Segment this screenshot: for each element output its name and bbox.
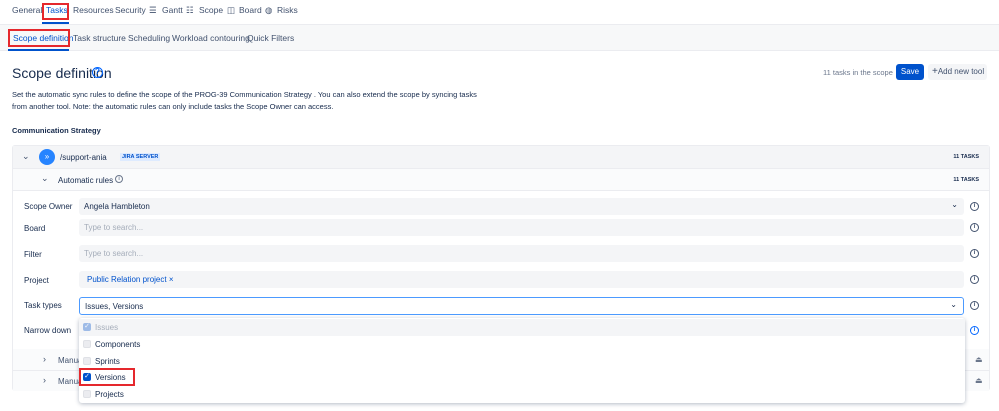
automatic-rules-label: Automatic rules	[58, 176, 114, 185]
board-label: Board	[24, 224, 46, 233]
info-icon[interactable]: i	[970, 326, 979, 335]
scope-owner-label: Scope Owner	[24, 202, 73, 211]
remove-tag-icon[interactable]: ×	[169, 275, 174, 284]
scope-owner-select[interactable]: Angela Hambleton ⌄	[79, 198, 964, 215]
source-header[interactable]: ⌄ » /support-ania JIRA SERVER 11 TASKS	[13, 146, 989, 169]
info-icon[interactable]: i	[970, 275, 979, 284]
info-icon[interactable]: i	[970, 223, 979, 232]
info-icon[interactable]: i	[970, 202, 979, 211]
option-issues: ✓ Issues	[79, 319, 965, 336]
option-versions[interactable]: ✓ Versions	[79, 369, 965, 386]
page-description: Set the automatic sync rules to define t…	[12, 90, 477, 111]
option-sprints[interactable]: Sprints	[79, 353, 965, 370]
sub-nav: Scope definition Task structure Scheduli…	[0, 25, 999, 51]
source-task-count: 11 TASKS	[953, 154, 979, 160]
option-label: Issues	[95, 323, 119, 332]
tab-scope[interactable]: Scope	[199, 5, 223, 15]
tab-general[interactable]: General	[12, 5, 42, 15]
chevron-right-icon[interactable]: ›	[43, 354, 46, 364]
active-subtab-indicator	[8, 49, 69, 51]
add-new-tool-button[interactable]: +Add new tool	[928, 64, 987, 80]
subtab-quick-filters[interactable]: Quick Filters	[247, 33, 294, 43]
subtab-workload-contouring[interactable]: Workload contouring	[172, 33, 250, 43]
tasks-count: 11 tasks in the scope	[823, 68, 893, 77]
option-components[interactable]: Components	[79, 336, 965, 353]
highlight-box	[79, 368, 135, 386]
scope-owner-value: Angela Hambleton	[84, 202, 150, 211]
tab-resources[interactable]: Resources	[73, 5, 114, 15]
filter-label: Filter	[24, 250, 42, 259]
option-label: Sprints	[95, 357, 120, 366]
highlight-box	[8, 29, 70, 47]
option-label: Projects	[95, 390, 124, 399]
tab-board[interactable]: Board	[239, 5, 262, 15]
chevron-down-icon[interactable]: ⌄	[41, 173, 49, 184]
delete-icon[interactable]: ⏏	[975, 376, 983, 385]
automatic-rules-header[interactable]: ⌄ Automatic rules i 11 TASKS	[13, 169, 989, 191]
project-tag: Public Relation project	[87, 275, 167, 284]
checkbox-checked-icon: ✓	[83, 323, 91, 331]
option-projects[interactable]: Projects	[79, 386, 965, 403]
task-types-select[interactable]: Issues, Versions ⌄	[79, 297, 964, 315]
info-icon[interactable]: i	[970, 249, 979, 258]
save-button[interactable]: Save	[896, 64, 924, 80]
tab-gantt[interactable]: Gantt	[162, 5, 183, 15]
filter-input[interactable]: Type to search...	[79, 245, 964, 262]
jira-icon: »	[39, 149, 55, 165]
risks-icon: ◍	[265, 5, 273, 15]
section-title: Communication Strategy	[12, 126, 101, 135]
highlight-box	[42, 3, 69, 20]
chevron-down-icon[interactable]: ⌄	[22, 151, 30, 162]
subtab-scheduling[interactable]: Scheduling	[128, 33, 170, 43]
project-label: Project	[24, 276, 49, 285]
task-types-value: Issues, Versions	[85, 302, 144, 311]
scope-icon: ☷	[186, 5, 194, 15]
board-input[interactable]: Type to search...	[79, 219, 964, 236]
task-types-label: Task types	[24, 301, 62, 310]
task-types-dropdown: ✓ Issues Components Sprints ✓ Versions Pro…	[79, 318, 965, 403]
source-name: /support-ania	[60, 153, 107, 162]
delete-icon[interactable]: ⏏	[975, 355, 983, 364]
info-icon[interactable]: i	[970, 301, 979, 310]
tab-security[interactable]: Security	[115, 5, 146, 15]
option-label: Components	[95, 340, 141, 349]
tab-risks[interactable]: Risks	[277, 5, 298, 15]
board-icon: ◫	[227, 5, 236, 15]
narrow-down-label: Narrow down	[24, 326, 72, 335]
chevron-right-icon[interactable]: ›	[43, 375, 46, 385]
chevron-down-icon: ⌄	[950, 300, 957, 309]
checkbox[interactable]	[83, 340, 91, 348]
subtab-task-structure[interactable]: Task structure	[73, 33, 126, 43]
gantt-icon: ☰	[149, 5, 157, 15]
active-tab-indicator	[42, 22, 69, 24]
source-badge: JIRA SERVER	[120, 153, 161, 161]
checkbox[interactable]	[83, 357, 91, 365]
project-input[interactable]: Public Relation project ×	[79, 271, 964, 288]
rules-task-count: 11 TASKS	[953, 177, 979, 183]
chevron-down-icon: ⌄	[951, 200, 958, 209]
info-icon[interactable]: i	[115, 175, 123, 183]
help-icon[interactable]: ?	[92, 67, 103, 78]
checkbox[interactable]	[83, 390, 91, 398]
top-nav: General Tasks Resources Security ☰ Gantt…	[0, 0, 999, 25]
